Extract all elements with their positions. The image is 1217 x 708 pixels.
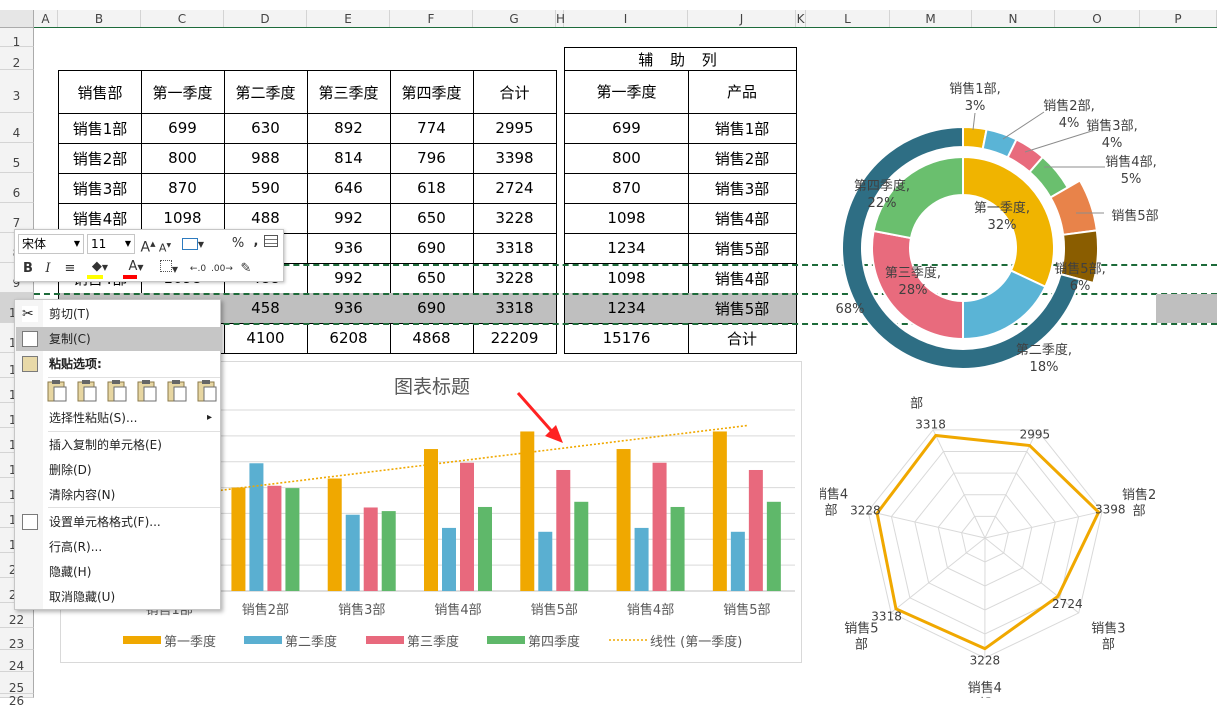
- arrow-to-trendline: [518, 393, 556, 436]
- scissors-icon: ✂: [22, 306, 38, 322]
- menu-separator: [48, 431, 220, 432]
- menu-item-6[interactable]: 清除内容(N): [16, 483, 220, 507]
- paste-values-icon[interactable]: [75, 378, 99, 404]
- bold-button[interactable]: B: [21, 260, 35, 278]
- grow-font-button[interactable]: A▲: [140, 235, 156, 253]
- menu-item-label: 粘贴选项:: [49, 357, 102, 371]
- spreadsheet[interactable]: ABCDEFGHIJKLMNOP 12345678910111213141516…: [0, 0, 1217, 698]
- percent-button[interactable]: %: [231, 235, 245, 253]
- table-icon: [264, 235, 278, 247]
- number-format-button[interactable]: ▼: [177, 235, 209, 253]
- borders-button[interactable]: ▼: [155, 260, 183, 278]
- italic-button[interactable]: I: [41, 260, 55, 278]
- italic-icon: I: [45, 261, 50, 276]
- paste-formulas-icon[interactable]: [105, 378, 129, 404]
- font-color-button[interactable]: A▼: [121, 258, 151, 276]
- decrease-decimal-button[interactable]: .00→: [211, 260, 233, 278]
- paintbrush-icon: ✎: [241, 261, 252, 276]
- paste-icon[interactable]: [45, 378, 69, 404]
- menu-item-2: 粘贴选项:: [16, 352, 220, 376]
- paint-bucket-icon: ◆: [92, 259, 102, 274]
- paste-link-icon[interactable]: [195, 378, 219, 404]
- menu-item-label: 设置单元格格式(F)...: [49, 515, 161, 529]
- paste-formatting-icon[interactable]: [165, 378, 189, 404]
- menu-item-label: 插入复制的单元格(E): [49, 438, 162, 452]
- menu-item-0[interactable]: ✂ 剪切(T): [16, 302, 220, 326]
- borders-icon: [160, 260, 172, 272]
- fill-color-swatch: [87, 275, 103, 279]
- bold-icon: B: [23, 261, 33, 276]
- menu-item-7[interactable]: 设置单元格格式(F)...: [16, 510, 220, 534]
- menu-item-label: 删除(D): [49, 463, 92, 477]
- menu-item-label: 剪切(T): [49, 307, 90, 321]
- font-size-value: 11: [91, 237, 106, 251]
- grow-font-icon: A: [141, 240, 151, 256]
- menu-item-label: 行高(R)...: [49, 540, 102, 554]
- comma-button[interactable]: ,: [251, 233, 261, 251]
- menu-item-label: 选择性粘贴(S)...: [49, 411, 137, 425]
- fill-color-button[interactable]: ◆▼: [85, 258, 115, 276]
- align-center-icon: ≡: [65, 261, 76, 276]
- menu-item-3[interactable]: 选择性粘贴(S)... ▸: [16, 406, 220, 430]
- shrink-font-button[interactable]: A▼: [158, 237, 172, 255]
- chevron-down-icon: ▼: [74, 235, 80, 253]
- copy-icon: [22, 331, 38, 347]
- format-painter-button[interactable]: ✎: [237, 260, 255, 278]
- paste-transpose-icon[interactable]: [135, 378, 159, 404]
- menu-item-label: 清除内容(N): [49, 488, 115, 502]
- increase-decimal-button[interactable]: ←.0: [187, 260, 209, 278]
- font-size-select[interactable]: 11 ▼: [87, 234, 135, 254]
- menu-item-8[interactable]: 行高(R)...: [16, 535, 220, 559]
- font-name-select[interactable]: 宋体 ▼: [18, 234, 84, 254]
- context-menu: ✂ 剪切(T) 复制(C) 粘贴选项: 选择性粘贴(S)... ▸ 插入复制的单元格(E) 删…: [14, 299, 221, 610]
- menu-item-1[interactable]: 复制(C): [16, 327, 220, 351]
- font-color-swatch: [123, 275, 137, 279]
- menu-separator: [48, 507, 220, 508]
- format-painter-table-button[interactable]: [263, 235, 279, 253]
- menu-item-label: 隐藏(H): [49, 565, 91, 579]
- format-cells-icon: [22, 514, 38, 530]
- submenu-arrow-icon: ▸: [207, 406, 212, 430]
- menu-item-10[interactable]: 取消隐藏(U): [16, 585, 220, 609]
- font-name-value: 宋体: [22, 237, 46, 251]
- menu-item-label: 复制(C): [49, 332, 91, 346]
- accounting-format-icon: [182, 238, 198, 250]
- mini-toolbar: 宋体 ▼ 11 ▼ A▲ A▼ ▼ % , B I ≡ ◆▼ A▼ ▼ ←.0 .0…: [14, 229, 284, 282]
- comma-icon: ,: [254, 234, 259, 249]
- menu-item-4[interactable]: 插入复制的单元格(E): [16, 433, 220, 457]
- decrease-decimal-icon: .00→: [211, 264, 233, 274]
- percent-icon: %: [232, 236, 244, 251]
- paste-icon: [22, 356, 38, 372]
- chevron-down-icon: ▼: [125, 235, 131, 253]
- increase-decimal-icon: ←.0: [190, 264, 206, 274]
- align-center-button[interactable]: ≡: [61, 260, 79, 278]
- menu-item-label: 取消隐藏(U): [49, 590, 115, 604]
- menu-item-5[interactable]: 删除(D): [16, 458, 220, 482]
- menu-item-9[interactable]: 隐藏(H): [16, 560, 220, 584]
